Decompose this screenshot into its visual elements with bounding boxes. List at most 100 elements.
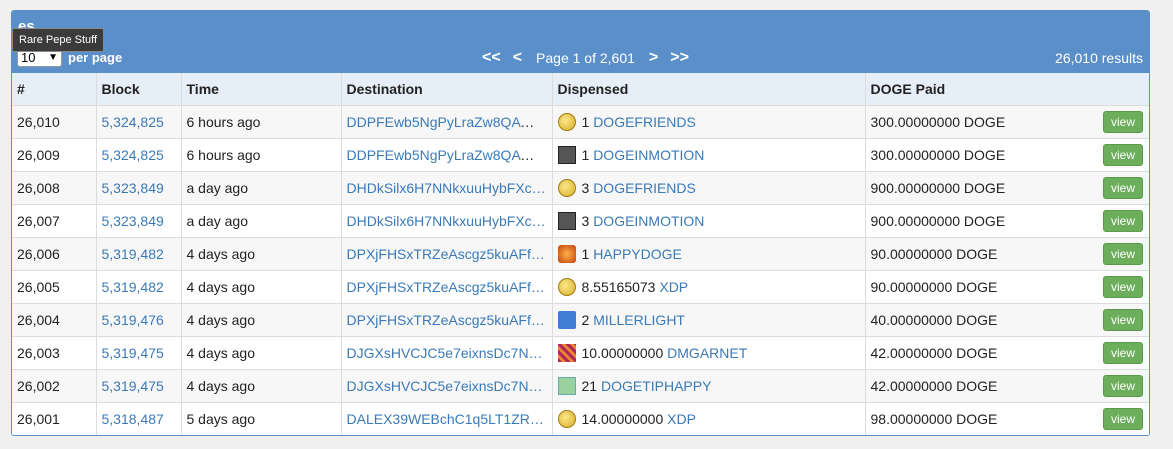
- coin-token-icon: [557, 112, 576, 131]
- first-page-button[interactable]: <<: [476, 49, 507, 67]
- doge-paid: 42.00000000 DOGE: [870, 377, 998, 394]
- time-cell: 6 hours ago: [180, 137, 342, 172]
- last-page-button[interactable]: >>: [664, 49, 695, 67]
- token-link[interactable]: DOGEINMOTION: [593, 147, 704, 163]
- block-link[interactable]: 5,319,476: [102, 312, 164, 328]
- view-button[interactable]: view: [1102, 176, 1143, 199]
- view-button[interactable]: view: [1102, 374, 1143, 397]
- dispenses-panel: es Rare Pepe Stuff 10 ▼ per page << < Pa…: [11, 10, 1150, 436]
- paid-cell: 300.00000000 DOGE view: [864, 104, 1149, 139]
- destination-link[interactable]: DJGXsHVCJC5e7eixnsDc7N…: [347, 345, 543, 361]
- dispensed-cell: 1 DOGEINMOTION: [551, 137, 866, 172]
- panel-header: es Rare Pepe Stuff 10 ▼ per page << < Pa…: [12, 11, 1149, 73]
- view-button[interactable]: view: [1102, 407, 1143, 430]
- token-link[interactable]: XDP: [659, 279, 688, 295]
- next-page-button[interactable]: >: [643, 49, 664, 67]
- view-button[interactable]: view: [1102, 341, 1143, 364]
- destination-link[interactable]: DDPFEwb5NgPyLraZw8QAW…: [347, 114, 548, 130]
- destination-cell: DDPFEwb5NgPyLraZw8QAW…: [340, 104, 553, 139]
- dispensed-amount: 3: [581, 179, 590, 196]
- destination-cell: DDPFEwb5NgPyLraZw8QAW…: [340, 137, 553, 172]
- table-row: 26,001 5,318,487 5 days ago DALEX39WEBchC1q…: [12, 401, 1149, 435]
- dispensed-cell: 21 DOGETIPHAPPY: [551, 368, 866, 403]
- block-link[interactable]: 5,323,849: [102, 213, 164, 229]
- paid-cell: 900.00000000 DOGE view: [864, 203, 1149, 238]
- coin-token-icon: [557, 409, 576, 428]
- view-button[interactable]: view: [1102, 209, 1143, 232]
- doge-paid: 42.00000000 DOGE: [870, 344, 998, 361]
- dispensed-cell: 14.00000000 XDP: [551, 401, 866, 435]
- block-link[interactable]: 5,323,849: [102, 180, 164, 196]
- dispensed-amount: 10.00000000: [581, 344, 664, 361]
- block-link[interactable]: 5,319,475: [102, 378, 164, 394]
- dispensed-cell: 1 DOGEFRIENDS: [551, 104, 866, 139]
- token-link[interactable]: MILLERLIGHT: [593, 312, 685, 328]
- per-page-value: 10: [21, 50, 36, 65]
- dispensed-cell: 2 MILLERLIGHT: [551, 302, 866, 337]
- block-cell: 5,324,825: [95, 137, 182, 172]
- destination-cell: DHDkSilx6H7NNkxuuHybFXc…: [340, 203, 553, 238]
- block-link[interactable]: 5,319,482: [102, 246, 164, 262]
- dispensed-amount: 8.55165073: [581, 278, 656, 295]
- token-link[interactable]: DOGEFRIENDS: [593, 114, 696, 130]
- destination-link[interactable]: DJGXsHVCJC5e7eixnsDc7N…: [347, 378, 543, 394]
- destination-link[interactable]: DHDkSilx6H7NNkxuuHybFXc…: [347, 213, 546, 229]
- destination-link[interactable]: DHDkSilx6H7NNkxuuHybFXc…: [347, 180, 546, 196]
- row-number: 26,004: [12, 302, 97, 337]
- token-link[interactable]: HAPPYDOGE: [593, 246, 682, 262]
- row-number: 26,006: [12, 236, 97, 271]
- block-link[interactable]: 5,324,825: [102, 114, 164, 130]
- destination-link[interactable]: DPXjFHSxTRZeAscgz5kuAFf…: [347, 279, 545, 295]
- row-number: 26,003: [12, 335, 97, 370]
- token-link[interactable]: DOGEINMOTION: [593, 213, 704, 229]
- doge-paid: 90.00000000 DOGE: [870, 245, 998, 262]
- dispensed-amount: 2: [581, 311, 590, 328]
- block-link[interactable]: 5,319,482: [102, 279, 164, 295]
- doge-paid: 300.00000000 DOGE: [870, 113, 1006, 130]
- token-link[interactable]: XDP: [667, 411, 696, 427]
- block-cell: 5,323,849: [95, 170, 182, 205]
- block-link[interactable]: 5,318,487: [102, 411, 164, 427]
- dispensed-amount: 21: [581, 377, 598, 394]
- time-cell: 4 days ago: [180, 236, 342, 271]
- destination-link[interactable]: DPXjFHSxTRZeAscgz5kuAFf…: [347, 246, 545, 262]
- dispensed-cell: 3 DOGEFRIENDS: [551, 170, 866, 205]
- dispenses-table: # Block Time Destination Dispensed DOGE …: [12, 73, 1149, 435]
- destination-link[interactable]: DPXjFHSxTRZeAscgz5kuAFf…: [347, 312, 545, 328]
- results-count: 26,010 results: [1055, 50, 1143, 66]
- token-link[interactable]: DOGETIPHAPPY: [601, 378, 711, 394]
- view-button[interactable]: view: [1102, 308, 1143, 331]
- doge-paid: 98.00000000 DOGE: [870, 410, 998, 427]
- dispensed-amount: 1: [581, 146, 590, 163]
- block-link[interactable]: 5,324,825: [102, 147, 164, 163]
- view-button[interactable]: view: [1102, 110, 1143, 133]
- col-header-dispensed: Dispensed: [551, 73, 866, 106]
- page-indicator: Page 1 of 2,601: [536, 50, 635, 66]
- doge-paid: 90.00000000 DOGE: [870, 278, 998, 295]
- destination-cell: DHDkSilx6H7NNkxuuHybFXc…: [340, 170, 553, 205]
- time-cell: a day ago: [180, 203, 342, 238]
- destination-cell: DPXjFHSxTRZeAscgz5kuAFf…: [340, 302, 553, 337]
- view-button[interactable]: view: [1102, 242, 1143, 265]
- table-row: 26,010 5,324,825 6 hours ago DDPFEwb5NgPyLr…: [12, 104, 1149, 139]
- view-button[interactable]: view: [1102, 275, 1143, 298]
- paid-cell: 42.00000000 DOGE view: [864, 335, 1149, 370]
- col-header-time: Time: [180, 73, 342, 106]
- time-cell: 4 days ago: [180, 368, 342, 403]
- destination-link[interactable]: DALEX39WEBchC1q5LT1ZR…: [347, 411, 544, 427]
- token-link[interactable]: DMGARNET: [667, 345, 747, 361]
- row-number: 26,010: [12, 104, 97, 139]
- token-link[interactable]: DOGEFRIENDS: [593, 180, 696, 196]
- destination-link[interactable]: DDPFEwb5NgPyLraZw8QAW…: [347, 147, 548, 163]
- block-cell: 5,324,825: [95, 104, 182, 139]
- pagination: << < Page 1 of 2,601 > >>: [476, 48, 695, 68]
- motion-token-icon: [557, 145, 576, 164]
- table-header-row: # Block Time Destination Dispensed DOGE …: [12, 73, 1149, 106]
- prev-page-button[interactable]: <: [507, 49, 528, 67]
- destination-cell: DPXjFHSxTRZeAscgz5kuAFf…: [340, 236, 553, 271]
- block-link[interactable]: 5,319,475: [102, 345, 164, 361]
- view-button[interactable]: view: [1102, 143, 1143, 166]
- time-cell: a day ago: [180, 170, 342, 205]
- dispensed-cell: 8.55165073 XDP: [551, 269, 866, 304]
- paid-cell: 300.00000000 DOGE view: [864, 137, 1149, 172]
